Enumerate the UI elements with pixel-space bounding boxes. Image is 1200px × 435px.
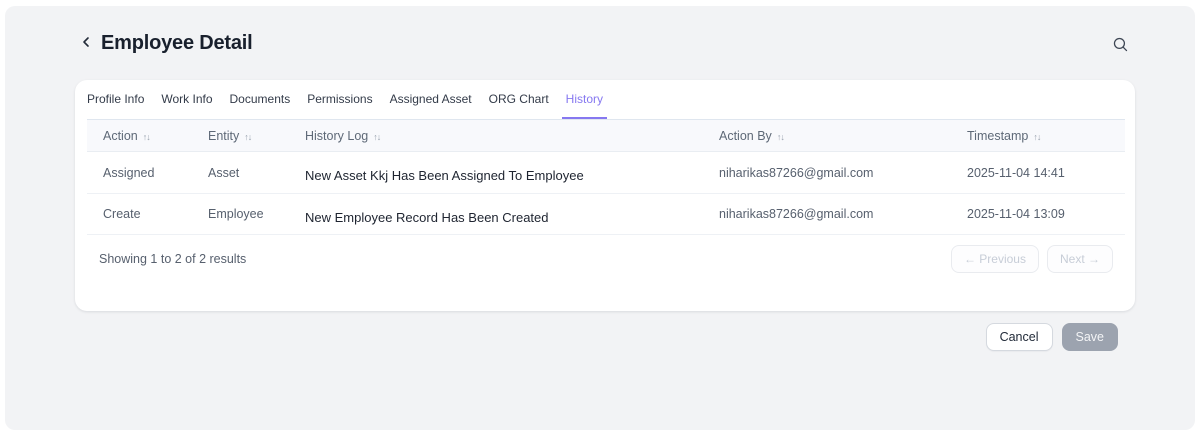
page-title: Employee Detail [101,32,253,55]
sort-icon[interactable]: ↑↓ [143,132,150,142]
sort-icon[interactable]: ↑↓ [373,132,380,142]
back-button[interactable] [77,35,95,53]
cell-action: Assigned [87,166,208,180]
table-row: Assigned Asset New Asset Kkj Has Been As… [87,152,1125,194]
cell-action-by: niharikas87266@gmail.com [719,207,967,221]
pagination: ← Previous Next → [951,245,1113,273]
tab-profile-info[interactable]: Profile Info [83,80,148,119]
tab-bar: Profile Info Work Info Documents Permiss… [75,80,1135,119]
cell-action: Create [87,207,208,221]
results-count: Showing 1 to 2 of 2 results [99,252,246,266]
column-header-action-by[interactable]: Action By↑↓ [719,129,967,143]
tab-assigned-asset[interactable]: Assigned Asset [386,80,476,119]
employee-detail-card: Profile Info Work Info Documents Permiss… [75,80,1135,311]
column-header-entity[interactable]: Entity↑↓ [208,129,305,143]
cell-entity: Asset [208,166,305,180]
save-button[interactable]: Save [1062,323,1119,351]
cell-timestamp: 2025-11-04 14:41 [967,166,1125,180]
column-header-action[interactable]: Action↑↓ [87,129,208,143]
tab-permissions[interactable]: Permissions [303,80,376,119]
form-actions: Cancel Save [5,323,1118,351]
table-footer: Showing 1 to 2 of 2 results ← Previous N… [99,245,1113,273]
previous-button[interactable]: ← Previous [951,245,1039,273]
sort-icon[interactable]: ↑↓ [244,132,251,142]
cell-action-by: niharikas87266@gmail.com [719,166,967,180]
cell-history-log: New Employee Record Has Been Created [305,207,719,222]
tab-work-info[interactable]: Work Info [157,80,216,119]
column-header-history-log[interactable]: History Log↑↓ [305,129,719,143]
tab-history[interactable]: History [562,80,607,119]
table-row: Create Employee New Employee Record Has … [87,194,1125,235]
search-icon[interactable] [1111,35,1129,53]
table-header-row: Action↑↓ Entity↑↓ History Log↑↓ Action B… [87,119,1125,152]
column-header-timestamp[interactable]: Timestamp↑↓ [967,129,1125,143]
cell-history-log: New Asset Kkj Has Been Assigned To Emplo… [305,165,719,180]
content-panel: Employee Detail Profile Info Work Info D… [5,6,1195,430]
sort-icon[interactable]: ↑↓ [777,132,784,142]
tab-documents[interactable]: Documents [226,80,295,119]
next-button[interactable]: Next → [1047,245,1113,273]
cancel-button[interactable]: Cancel [986,323,1053,351]
cell-timestamp: 2025-11-04 13:09 [967,207,1125,221]
cell-entity: Employee [208,207,305,221]
tab-org-chart[interactable]: ORG Chart [485,80,553,119]
sort-icon[interactable]: ↑↓ [1033,132,1040,142]
history-table: Action↑↓ Entity↑↓ History Log↑↓ Action B… [87,119,1125,235]
chevron-left-icon [78,34,94,55]
page: Employee Detail Profile Info Work Info D… [0,0,1200,435]
